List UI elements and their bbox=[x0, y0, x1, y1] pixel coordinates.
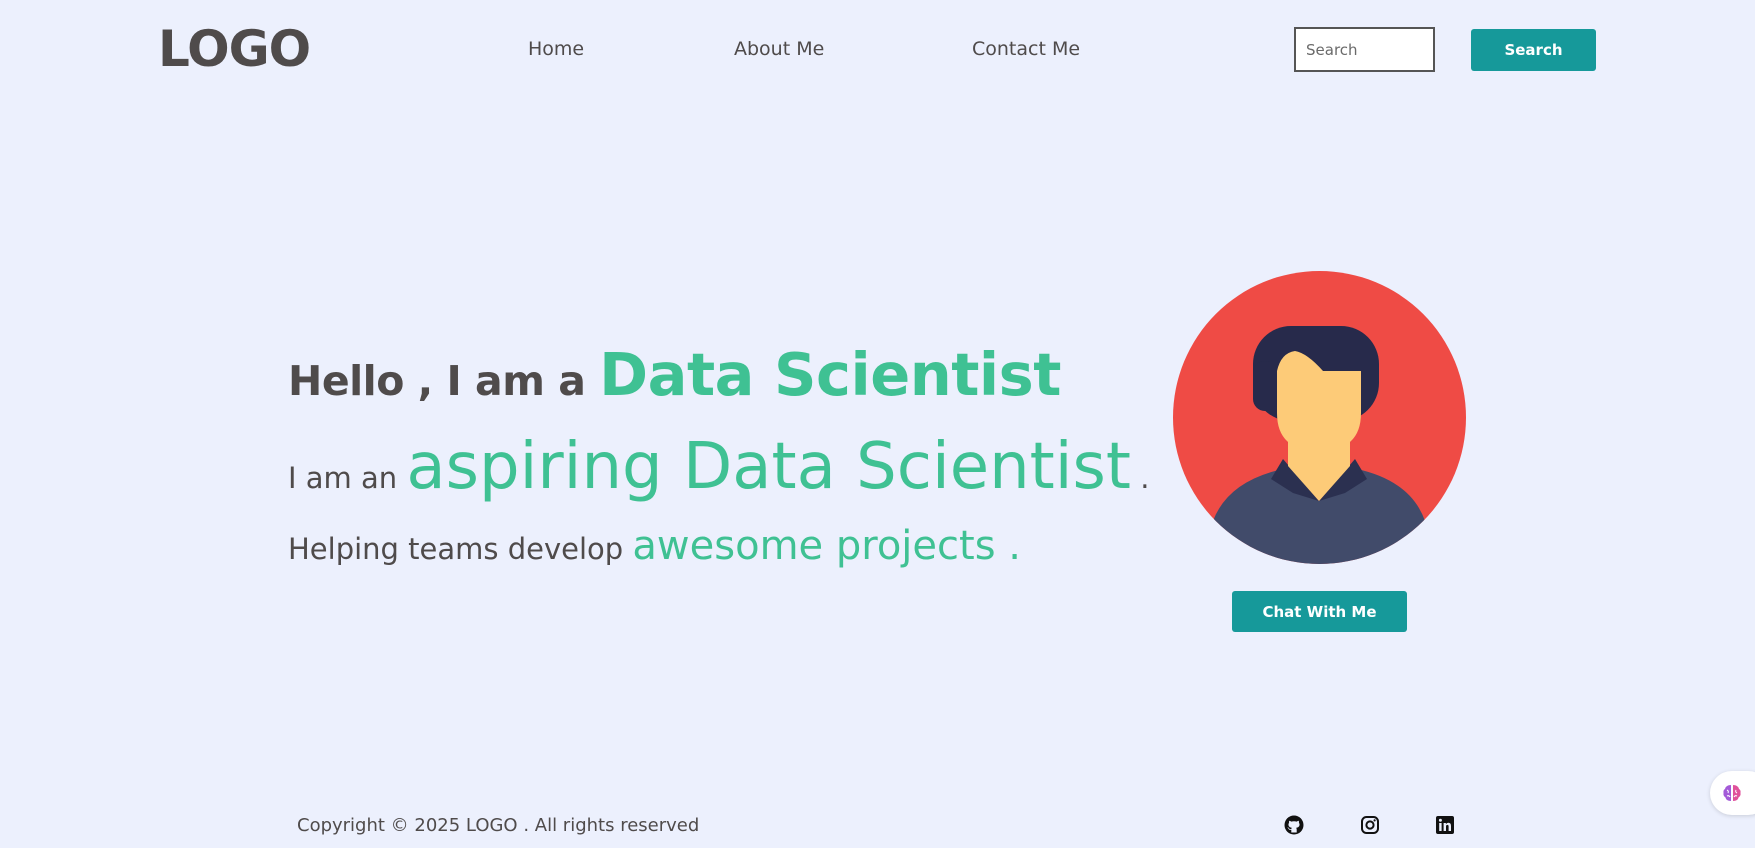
assistant-widget-button[interactable] bbox=[1710, 771, 1755, 815]
footer-copyright: Copyright © 2025 LOGO . All rights reser… bbox=[297, 815, 700, 836]
hero-tagline-prefix: Helping teams develop bbox=[288, 532, 633, 566]
hero-subheading: I am an aspiring Data Scientist . bbox=[288, 430, 1149, 504]
nav-contact-link[interactable]: Contact Me bbox=[972, 38, 1080, 60]
site-header: LOGO Home About Me Contact Me Search bbox=[0, 0, 1755, 100]
chat-with-me-button[interactable]: Chat With Me bbox=[1232, 591, 1407, 632]
nav-about-link[interactable]: About Me bbox=[734, 38, 824, 60]
search-button[interactable]: Search bbox=[1471, 29, 1596, 71]
site-logo[interactable]: LOGO bbox=[158, 20, 311, 78]
hero-subheading-highlight: aspiring Data Scientist bbox=[406, 430, 1131, 504]
hero-subheading-prefix: I am an bbox=[288, 461, 407, 495]
nav-home-link[interactable]: Home bbox=[528, 38, 584, 60]
hero-tagline-highlight: awesome projects . bbox=[632, 523, 1021, 569]
instagram-icon[interactable] bbox=[1360, 815, 1382, 837]
hero-heading: Hello , I am a Data Scientist bbox=[288, 340, 1061, 409]
linkedin-icon[interactable] bbox=[1435, 815, 1457, 837]
search-input[interactable] bbox=[1294, 27, 1435, 72]
hero-subheading-suffix: . bbox=[1130, 461, 1150, 495]
hero-heading-prefix: Hello , I am a bbox=[288, 357, 600, 405]
github-icon[interactable] bbox=[1284, 815, 1306, 837]
hero-heading-highlight: Data Scientist bbox=[599, 340, 1061, 409]
user-avatar-icon bbox=[1173, 271, 1466, 564]
hero-tagline: Helping teams develop awesome projects . bbox=[288, 523, 1021, 569]
